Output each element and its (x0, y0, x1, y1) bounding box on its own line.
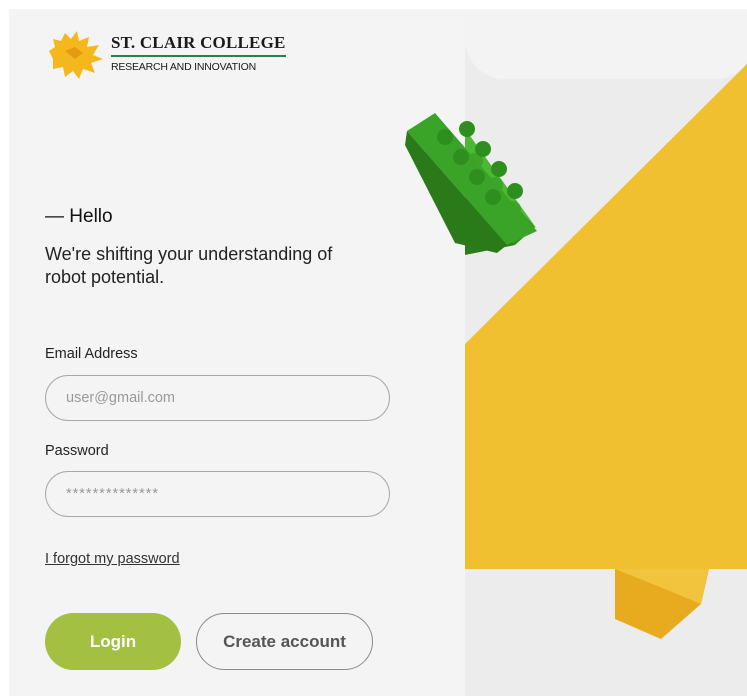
email-input[interactable]: user@gmail.com (45, 375, 390, 421)
greeting-heading: — Hello (45, 206, 113, 227)
logo-subtitle: RESEARCH AND INNOVATION (111, 61, 256, 73)
tagline: We're shifting your understanding of rob… (45, 244, 333, 287)
green-lego-brick-icon (405, 113, 537, 253)
create-account-button[interactable]: Create account (196, 613, 373, 670)
logo-title: ST. CLAIR COLLEGE (111, 33, 286, 57)
college-logo: ST. CLAIR COLLEGE RESEARCH AND INNOVATIO… (45, 29, 286, 85)
password-input[interactable]: ************** (45, 471, 390, 517)
login-panel: ST. CLAIR COLLEGE RESEARCH AND INNOVATIO… (9, 9, 465, 696)
email-label: Email Address (45, 346, 138, 362)
dragon-emblem-icon (49, 31, 103, 79)
password-label: Password (45, 443, 109, 459)
forgot-password-link[interactable]: I forgot my password (45, 551, 180, 567)
login-button[interactable]: Login (45, 613, 181, 670)
